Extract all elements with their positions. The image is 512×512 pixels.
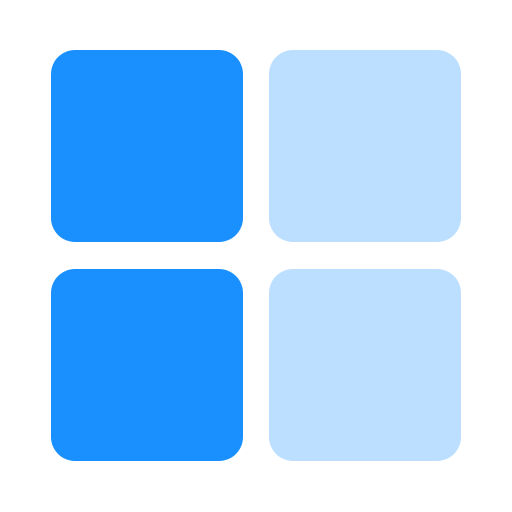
tile-top-right-icon	[269, 50, 461, 242]
tile-bottom-left-icon	[51, 269, 243, 461]
tile-top-left-icon	[51, 50, 243, 242]
tile-bottom-right-icon	[269, 269, 461, 461]
grid-icon-canvas	[0, 0, 512, 512]
